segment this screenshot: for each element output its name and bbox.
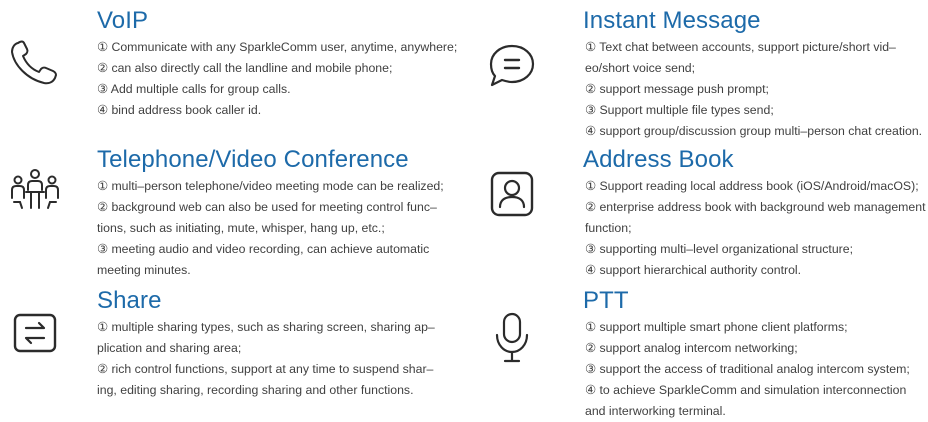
- description-line: meeting minutes.: [97, 263, 191, 277]
- feature-description: ① multi–person telephone/video meeting m…: [97, 176, 444, 281]
- description-line: ④ support hierarchical authority control…: [585, 263, 802, 277]
- description-line: ④ support group/discussion group multi–p…: [585, 124, 923, 138]
- feature-ptt: PTT ① support multiple smart phone clien…: [464, 287, 928, 418]
- contact-person-icon: [477, 170, 547, 218]
- description-line: ① Communicate with any SparkleComm user,…: [97, 40, 458, 54]
- description-line: ① multi–person telephone/video meeting m…: [97, 179, 444, 193]
- feature-title: Telephone/Video Conference: [97, 146, 409, 173]
- feature-description: ① multiple sharing types, such as sharin…: [97, 317, 435, 401]
- feature-description: ① support multiple smart phone client pl…: [585, 317, 910, 422]
- description-line: ② background web can also be used for me…: [97, 200, 437, 214]
- chat-bubble-icon: [477, 42, 547, 90]
- microphone-icon: [477, 311, 547, 365]
- feature-instant-message: Instant Message ① Text chat between acco…: [464, 7, 928, 147]
- description-line: ② can also directly call the landline an…: [97, 61, 393, 75]
- share-arrows-icon: [0, 311, 70, 355]
- feature-title: Instant Message: [583, 7, 761, 34]
- description-line: ④ to achieve SparkleComm and simulation …: [585, 383, 907, 397]
- feature-description: ① Communicate with any SparkleComm user,…: [97, 37, 457, 121]
- description-line: function;: [585, 221, 632, 235]
- feature-title: Share: [97, 287, 162, 314]
- description-line: plication and sharing area;: [97, 341, 242, 355]
- feature-description: ① Support reading local address book (iO…: [585, 176, 926, 281]
- description-line: ② rich control functions, support at any…: [97, 362, 434, 376]
- description-line: ③ meeting audio and video recording, can…: [97, 242, 430, 256]
- description-line: ① support multiple smart phone client pl…: [585, 320, 848, 334]
- feature-title: PTT: [583, 287, 629, 314]
- description-line: ② support message push prompt;: [585, 82, 769, 96]
- description-line: ① Text chat between accounts, support pi…: [585, 40, 896, 54]
- right-column: Instant Message ① Text chat between acco…: [464, 0, 928, 419]
- description-line: eo/short voice send;: [585, 61, 696, 75]
- feature-share: Share ① multiple sharing types, such as …: [0, 287, 464, 417]
- description-line: ① Support reading local address book (iO…: [585, 179, 919, 193]
- feature-address-book: Address Book ① Support reading local add…: [464, 146, 928, 286]
- phone-icon: [0, 40, 70, 86]
- feature-title: Address Book: [583, 146, 734, 173]
- feature-conference: Telephone/Video Conference ① multi–perso…: [0, 146, 464, 286]
- description-line: ③ support the access of traditional anal…: [585, 362, 910, 376]
- left-column: VoIP ① Communicate with any SparkleComm …: [0, 0, 464, 419]
- description-line: ing, editing sharing, recording sharing …: [97, 383, 414, 397]
- meeting-people-icon: [0, 168, 70, 214]
- description-line: ③ Add multiple calls for group calls.: [97, 82, 291, 96]
- description-line: ② support analog intercom networking;: [585, 341, 798, 355]
- description-line: ③ Support multiple file types send;: [585, 103, 774, 117]
- description-line: ② enterprise address book with backgroun…: [585, 200, 926, 214]
- description-line: ① multiple sharing types, such as sharin…: [97, 320, 435, 334]
- feature-description: ① Text chat between accounts, support pi…: [585, 37, 922, 142]
- feature-title: VoIP: [97, 7, 149, 34]
- description-line: tions, such as initiating, mute, whisper…: [97, 221, 385, 235]
- description-line: ③ supporting multi–level organizational …: [585, 242, 854, 256]
- description-line: ④ bind address book caller id.: [97, 103, 262, 117]
- feature-voip: VoIP ① Communicate with any SparkleComm …: [0, 7, 464, 127]
